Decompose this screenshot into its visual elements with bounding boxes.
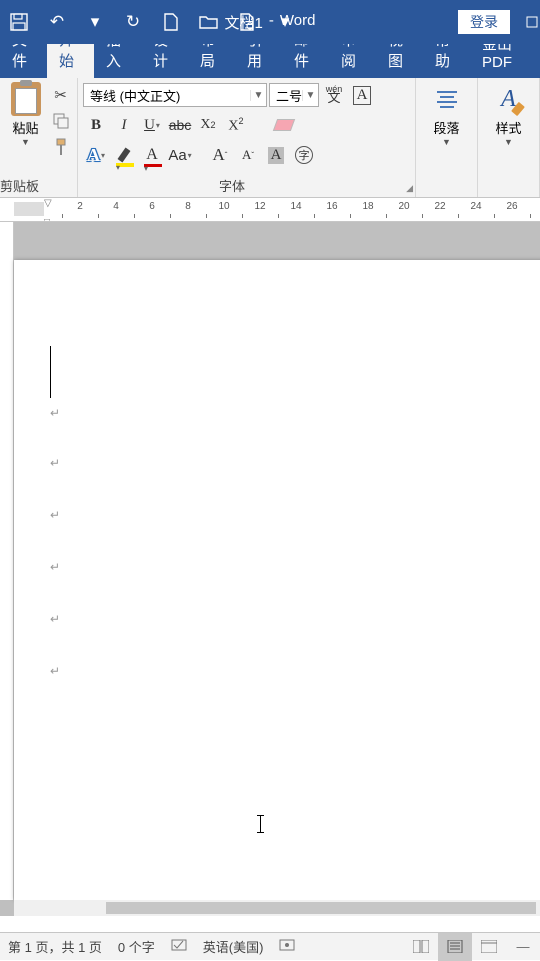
ribbon-tabs: 文件 开始 插入 设计 布局 引用 邮件 审阅 视图 帮助 金山PDF xyxy=(0,44,540,78)
ruler-number: 10 xyxy=(218,201,229,212)
font-section-label: 字体 xyxy=(54,176,410,195)
page-indicator[interactable]: 第 1 页，共 1 页 xyxy=(0,937,110,956)
app-name: Word xyxy=(280,12,316,33)
undo-dropdown[interactable]: ▾ xyxy=(76,3,114,41)
chevron-down-icon[interactable]: ▼ xyxy=(302,90,318,101)
ruler-number: 12 xyxy=(254,201,265,212)
text-effects-button[interactable]: A xyxy=(83,142,109,168)
ruler-number: 18 xyxy=(362,201,373,212)
font-color-button[interactable]: A xyxy=(139,142,165,168)
ruler-number: 14 xyxy=(290,201,301,212)
title-bar: ↶ ▾ ↻ ▾ 文档1 - Word 登录 xyxy=(0,0,540,44)
doc-name: 文档1 xyxy=(225,12,263,33)
vertical-ruler[interactable] xyxy=(0,222,14,900)
page[interactable]: ↵ ↵ ↵ ↵ ↵ ↵ xyxy=(14,260,540,900)
status-bar: 第 1 页，共 1 页 0 个字 英语(美国) — xyxy=(0,932,540,960)
proofing-icon[interactable] xyxy=(163,938,195,955)
paragraph-mark-icon: ↵ xyxy=(50,406,60,420)
styles-button[interactable]: A 样式 ▼ xyxy=(480,82,538,147)
ruler-number: 16 xyxy=(326,201,337,212)
document-title: 文档1 - Word xyxy=(225,12,316,33)
paragraph-mark-icon: ↵ xyxy=(50,456,60,470)
ruler-number: 2 xyxy=(77,201,83,212)
paragraph-mark-icon: ↵ xyxy=(50,664,60,678)
copy-button[interactable] xyxy=(50,110,72,132)
chevron-down-icon[interactable]: ▼ xyxy=(442,137,451,147)
ruler-number: 22 xyxy=(434,201,445,212)
new-doc-button[interactable] xyxy=(152,3,190,41)
document-area: ↵ ↵ ↵ ↵ ↵ ↵ xyxy=(0,222,540,916)
language-indicator[interactable]: 英语(美国) xyxy=(195,937,272,956)
highlighter-icon xyxy=(118,148,131,163)
paste-icon xyxy=(11,82,41,116)
clear-formatting-button[interactable] xyxy=(271,112,297,138)
login-button[interactable]: 登录 xyxy=(458,10,510,34)
ribbon-options-icon[interactable] xyxy=(524,16,540,28)
chevron-down-icon[interactable]: ▼ xyxy=(504,137,513,147)
change-case-button[interactable]: Aa xyxy=(167,142,193,168)
horizontal-scrollbar[interactable] xyxy=(14,900,540,916)
macro-record-icon[interactable] xyxy=(271,938,303,955)
open-button[interactable] xyxy=(190,3,228,41)
ruler-number: 6 xyxy=(149,201,155,212)
ruler-number: 8 xyxy=(185,201,191,212)
first-line-indent-icon[interactable]: ▽ xyxy=(44,198,52,209)
underline-button[interactable]: U xyxy=(139,112,165,138)
cut-button[interactable]: ✂ xyxy=(50,84,72,106)
styles-icon: A xyxy=(501,86,516,113)
character-border-button[interactable]: A xyxy=(349,82,375,108)
strikethrough-button[interactable]: abc xyxy=(167,112,193,138)
undo-button[interactable]: ↶ xyxy=(38,3,76,41)
subscript-button[interactable]: X2 xyxy=(195,112,221,138)
paragraph-mark-icon: ↵ xyxy=(50,508,60,522)
paste-button[interactable]: 粘贴 ▼ xyxy=(6,82,46,158)
paragraph-mark-icon: ↵ xyxy=(50,560,60,574)
eraser-icon xyxy=(273,119,295,131)
font-size-combo[interactable]: 二号 ▼ xyxy=(269,83,319,107)
ribbon: 粘贴 ▼ ✂ 等线 (中文正文) ▼ 二号 ▼ xyxy=(0,78,540,198)
bold-button[interactable]: B xyxy=(83,112,109,138)
chevron-down-icon[interactable]: ▼ xyxy=(250,90,266,101)
ruler-number: 20 xyxy=(398,201,409,212)
highlight-button[interactable] xyxy=(111,142,137,168)
phonetic-guide-button[interactable]: wén文 xyxy=(321,82,347,108)
ruler-number: 4 xyxy=(113,201,119,212)
paragraph-mark-icon: ↵ xyxy=(50,612,60,626)
paste-dropdown-icon[interactable]: ▼ xyxy=(21,137,30,147)
font-name-combo[interactable]: 等线 (中文正文) ▼ xyxy=(83,83,267,107)
read-mode-button[interactable] xyxy=(404,933,438,961)
grow-font-button[interactable]: Aˆ xyxy=(207,142,233,168)
save-button[interactable] xyxy=(0,3,38,41)
paragraph-icon xyxy=(437,82,457,116)
text-cursor xyxy=(50,346,51,398)
redo-button[interactable]: ↻ xyxy=(114,3,152,41)
print-layout-button[interactable] xyxy=(438,933,472,961)
paragraph-button[interactable]: 段落 ▼ xyxy=(418,82,476,147)
web-layout-button[interactable] xyxy=(472,933,506,961)
ruler-number: 24 xyxy=(470,201,481,212)
horizontal-ruler[interactable]: ▽ □ 246810121416182022242628 xyxy=(0,198,540,222)
clipboard-section-label: 剪贴板 xyxy=(0,176,54,195)
zoom-out-button[interactable]: — xyxy=(506,933,540,961)
format-painter-button[interactable] xyxy=(50,136,72,158)
char-shading-button[interactable]: A xyxy=(263,142,289,168)
italic-button[interactable]: I xyxy=(111,112,137,138)
ibeam-cursor-icon xyxy=(260,815,261,833)
scrollbar-thumb[interactable] xyxy=(106,902,536,914)
shrink-font-button[interactable]: Aˇ xyxy=(235,142,261,168)
enclose-char-button[interactable]: 字 xyxy=(291,142,317,168)
superscript-button[interactable]: X2 xyxy=(223,112,249,138)
word-count[interactable]: 0 个字 xyxy=(110,937,163,956)
ruler-number: 26 xyxy=(506,201,517,212)
